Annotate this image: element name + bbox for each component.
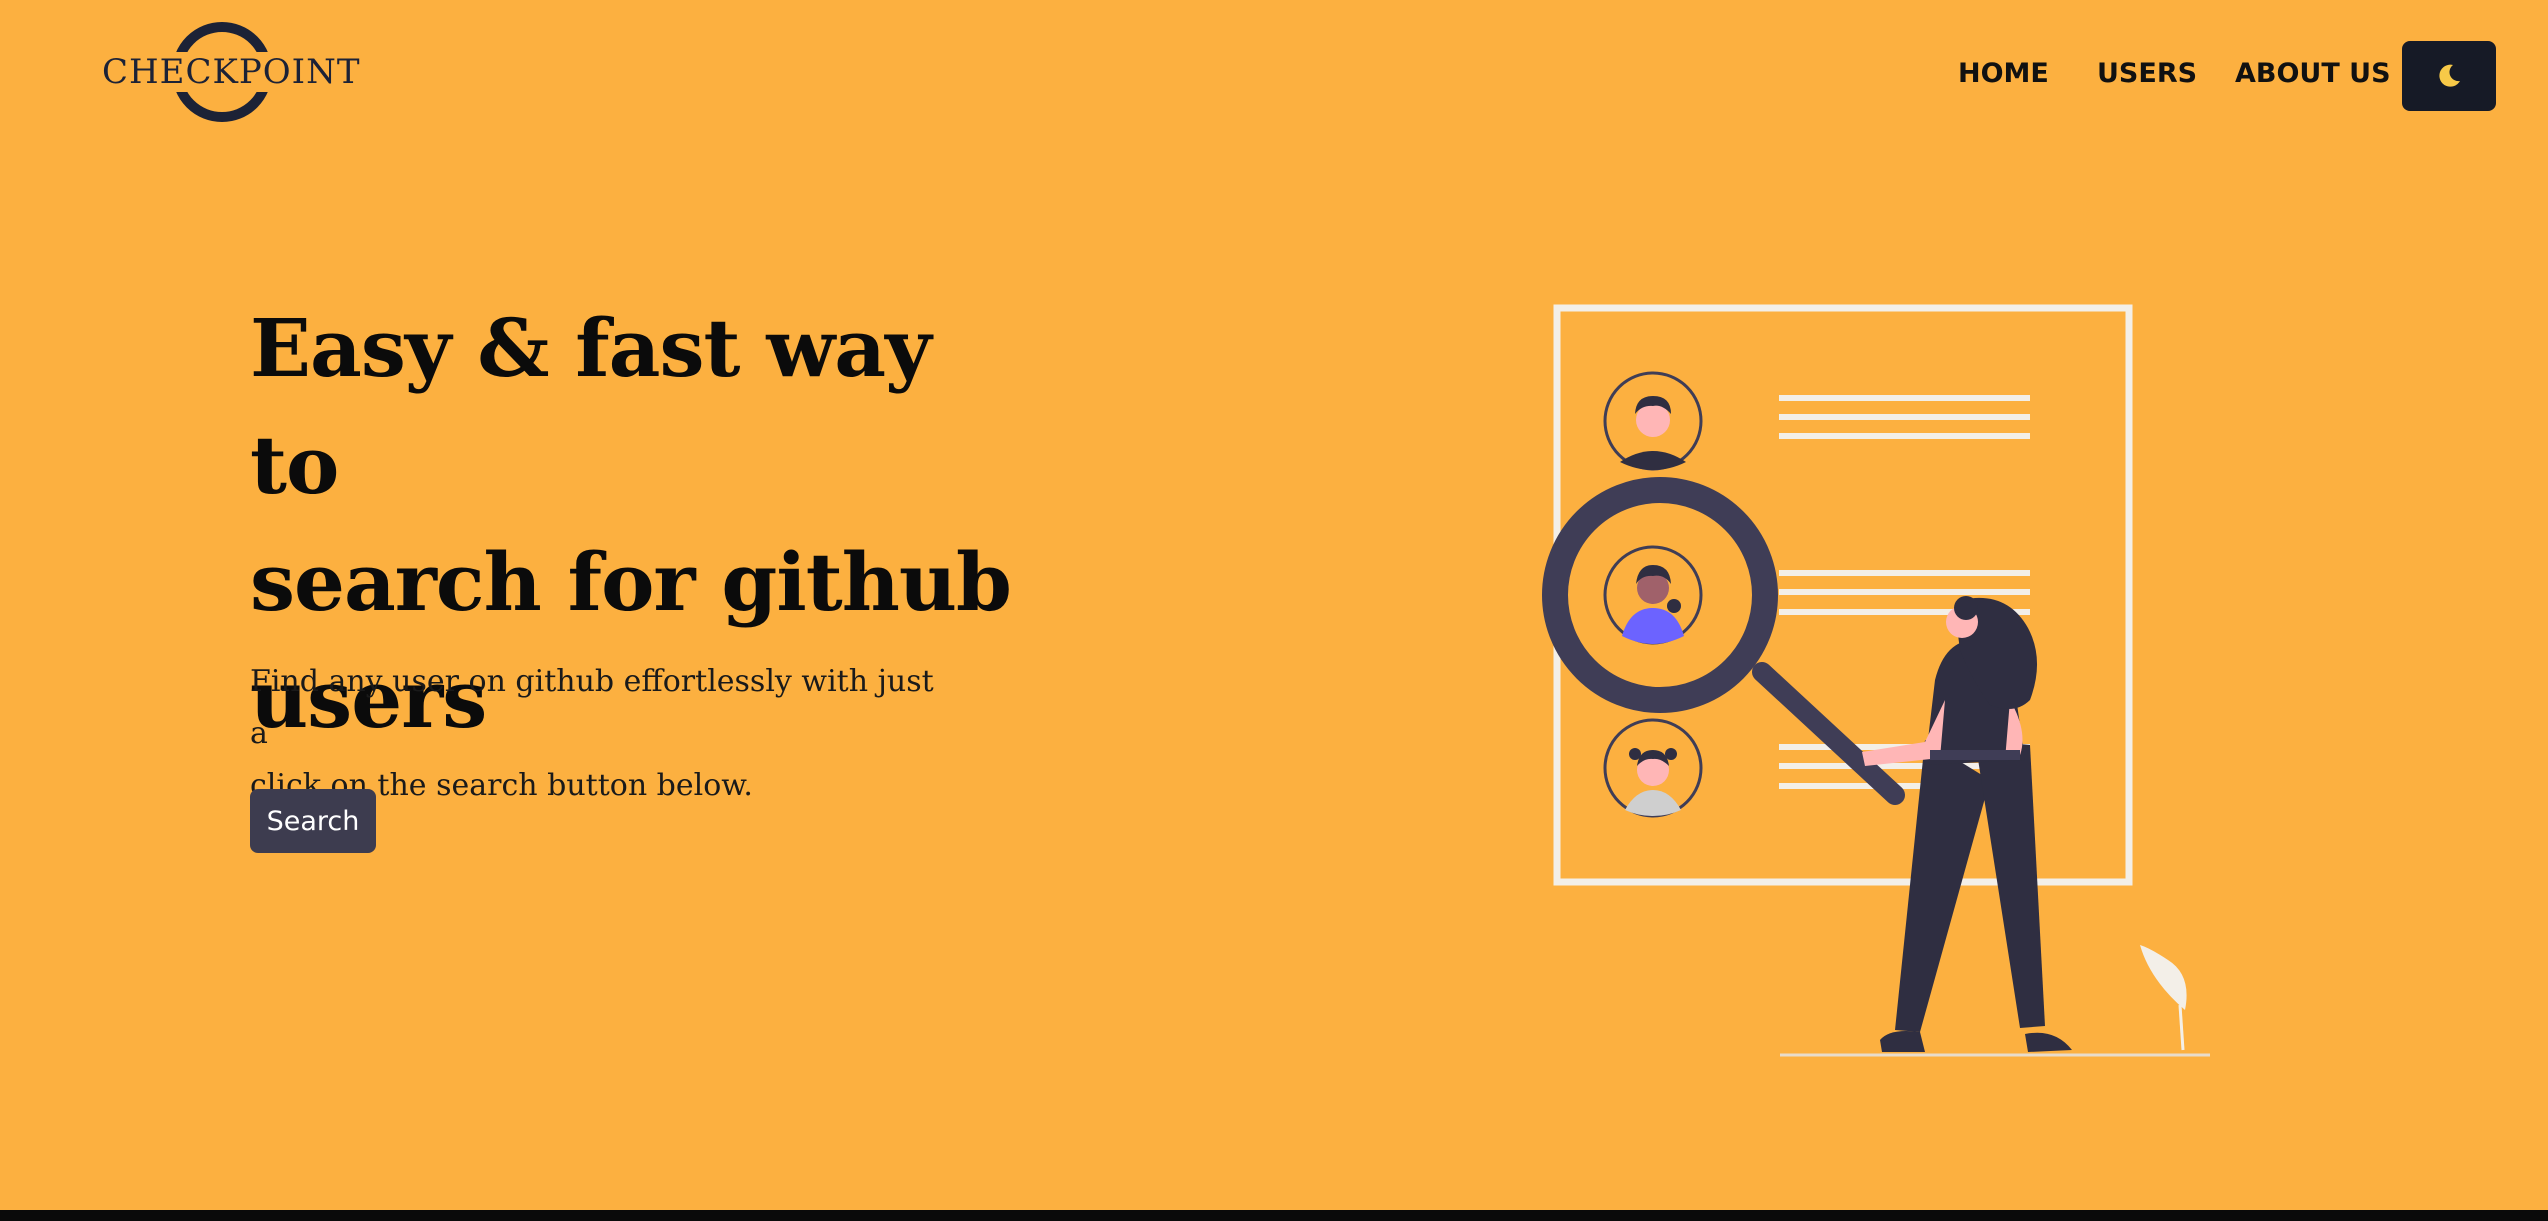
magnifying-glass-icon <box>1542 477 1905 805</box>
avatar-icon <box>1603 718 1703 818</box>
avatar-icon <box>1603 371 1703 471</box>
search-button[interactable]: Search <box>250 789 376 853</box>
page: CHECKPOINT HOME USERS ABOUT US Easy & fa… <box>0 0 2548 1210</box>
brand-logo[interactable]: CHECKPOINT <box>100 20 363 128</box>
nav-home[interactable]: HOME <box>1958 58 2049 89</box>
hero-title-line-2: search for github <box>250 535 1012 629</box>
person-figure <box>1862 596 2072 1052</box>
hero-title-line-1: Easy & fast way to <box>250 301 932 512</box>
hero-subtitle-line-1: Find any user on github effortlessly wit… <box>250 664 934 751</box>
avatar-icon <box>1603 545 1703 645</box>
hero-illustration <box>1542 304 2210 1057</box>
theme-toggle-button[interactable] <box>2402 41 2496 111</box>
plant-icon <box>2140 945 2187 1051</box>
nav-about-us[interactable]: ABOUT US <box>2235 58 2391 89</box>
bottom-bar <box>0 1210 2548 1221</box>
profile-row-1-lines <box>1779 395 2030 439</box>
logo-text: CHECKPOINT <box>100 52 363 92</box>
moon-icon <box>2439 64 2460 87</box>
nav-users[interactable]: USERS <box>2097 58 2197 89</box>
